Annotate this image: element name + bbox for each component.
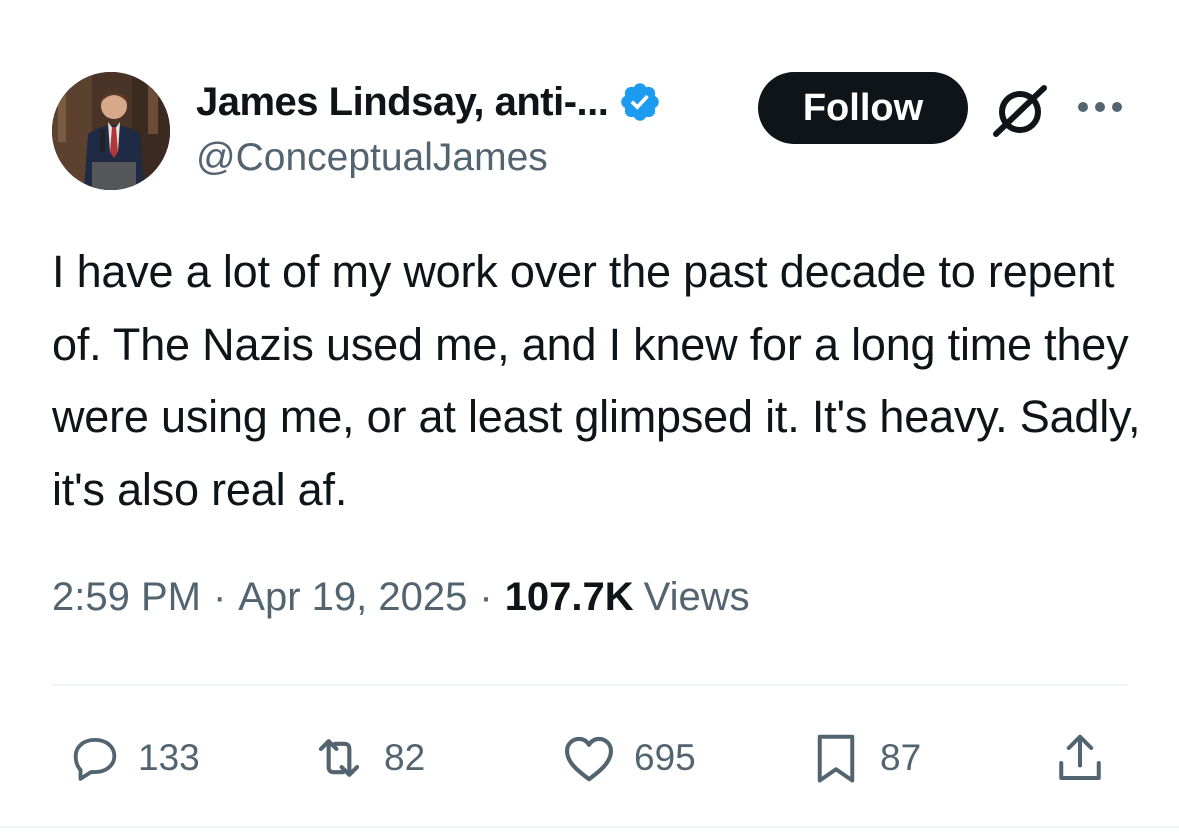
repost-count: 82 xyxy=(384,737,426,778)
share-button[interactable] xyxy=(1050,728,1110,788)
reply-button[interactable]: 133 xyxy=(66,728,200,788)
repost-button[interactable]: 82 xyxy=(308,728,425,788)
verified-badge-icon[interactable] xyxy=(618,80,662,124)
bottom-divider xyxy=(0,826,1179,828)
tweet-time[interactable]: 2:59 PM xyxy=(52,575,201,620)
share-icon xyxy=(1059,734,1101,780)
avatar-photo xyxy=(52,72,170,190)
author-name-row: James Lindsay, anti-... xyxy=(196,76,662,128)
author-display-name[interactable]: James Lindsay, anti-... xyxy=(196,80,609,125)
tweet-date[interactable]: Apr 19, 2025 xyxy=(238,575,467,620)
repost-icon xyxy=(318,739,360,777)
tweet-text: I have a lot of my work over the past de… xyxy=(52,246,1141,515)
meta-separator: · xyxy=(212,575,227,619)
like-count: 695 xyxy=(634,737,696,778)
reply-count: 133 xyxy=(138,737,200,778)
more-options-icon[interactable] xyxy=(1075,92,1125,122)
heart-icon xyxy=(564,736,614,782)
divider xyxy=(52,684,1128,686)
bookmark-icon xyxy=(817,734,855,783)
bookmark-count: 87 xyxy=(880,737,922,778)
bookmark-button[interactable]: 87 xyxy=(806,728,921,788)
views-label: Views xyxy=(643,575,750,619)
grok-icon[interactable] xyxy=(990,84,1048,138)
like-button[interactable]: 695 xyxy=(558,728,696,788)
follow-button[interactable]: Follow xyxy=(758,72,968,144)
meta-separator: · xyxy=(479,575,493,619)
reply-icon xyxy=(73,737,117,781)
avatar[interactable] xyxy=(52,72,170,190)
tweet-meta: 2:59 PM · Apr 19, 2025 · 107.7K Views xyxy=(52,575,750,620)
views-count: 107.7K xyxy=(504,575,634,619)
author-handle[interactable]: @ConceptualJames xyxy=(196,136,548,180)
